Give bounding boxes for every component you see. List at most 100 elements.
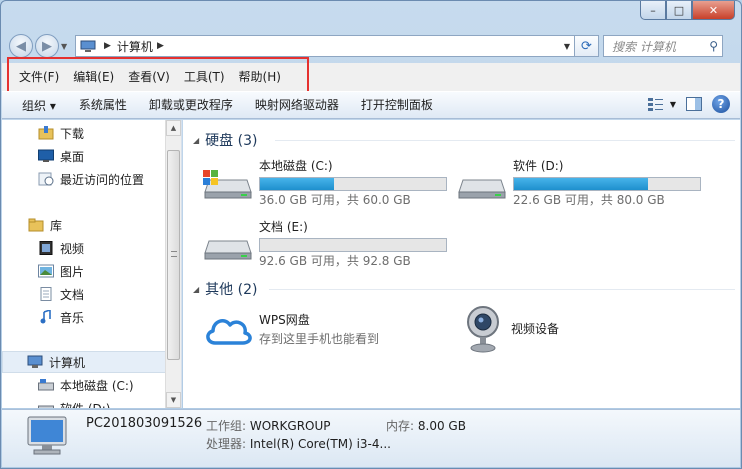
- drive-free-space: 22.6 GB 可用，共 80.0 GB: [513, 193, 665, 207]
- recent-pages-dropdown[interactable]: ▼: [61, 42, 71, 51]
- computer-icon: [27, 416, 67, 455]
- collapse-icon[interactable]: ◢: [193, 136, 199, 145]
- group-divider: [275, 140, 735, 141]
- caption-buttons: – □ ✕: [640, 1, 735, 20]
- address-bar[interactable]: ▶ 计算机 ▶ ▼: [75, 35, 575, 57]
- back-arrow-icon: ◀: [16, 38, 26, 54]
- downloads-folder-icon: [38, 126, 54, 140]
- workgroup-label: 工作组:: [206, 419, 247, 433]
- help-icon[interactable]: ?: [712, 95, 730, 113]
- system-properties-button[interactable]: 系统属性: [68, 94, 138, 116]
- webcam-icon: [467, 306, 499, 353]
- preview-pane-icon[interactable]: [686, 97, 702, 111]
- nav-item-desktop[interactable]: 桌面: [2, 145, 166, 167]
- nav-item-drive-d[interactable]: 软件 (D:): [2, 397, 166, 408]
- drive-usage-fill: [260, 178, 335, 190]
- nav-item-drive-c[interactable]: 本地磁盘 (C:): [2, 374, 166, 396]
- workgroup-value: WORKGROUP: [249, 419, 331, 433]
- address-dropdown-icon[interactable]: ▼: [564, 42, 570, 51]
- nav-item-label: 本地磁盘 (C:): [60, 378, 134, 393]
- nav-item-label: 音乐: [60, 310, 85, 325]
- music-icon: [40, 310, 51, 324]
- open-control-panel-button[interactable]: 打开控制面板: [350, 94, 444, 116]
- refresh-icon: ⟳: [581, 38, 592, 54]
- refresh-button[interactable]: ⟳: [575, 35, 599, 57]
- breadcrumb-computer[interactable]: 计算机: [117, 38, 153, 55]
- computer-icon: [27, 355, 43, 368]
- drive-icon: [38, 379, 54, 391]
- command-bar: 组织 ▾ 系统属性 卸载或更改程序 映射网络驱动器 打开控制面板 ▼ ?: [2, 91, 740, 119]
- workgroup-field: 工作组: WORKGROUP: [206, 417, 331, 434]
- view-dropdown-icon: ▼: [669, 99, 676, 109]
- scroll-up-icon[interactable]: ▲: [166, 120, 181, 136]
- back-button[interactable]: ◀: [9, 34, 33, 58]
- uninstall-program-button[interactable]: 卸载或更改程序: [138, 94, 244, 116]
- view-options-icon: [647, 98, 663, 111]
- nav-item-label: 桌面: [60, 149, 85, 164]
- processor-value: Intel(R) Core(TM) i3-4...: [249, 437, 391, 451]
- drive-usage-bar: [259, 238, 447, 252]
- memory-field: 内存: 8.00 GB: [386, 417, 466, 434]
- drive-icon: [204, 240, 252, 260]
- drive-name: 本地磁盘 (C:): [259, 159, 333, 173]
- drive-name: 软件 (D:): [513, 159, 564, 173]
- nav-item-label: 下载: [60, 126, 85, 141]
- nav-item-label: 图片: [60, 264, 85, 279]
- computer-name: PC201803091526: [86, 416, 203, 431]
- nav-item-label: 软件 (D:): [60, 400, 110, 409]
- group-header-hard-disks[interactable]: ◢ 硬盘 (3): [193, 130, 257, 150]
- scroll-down-icon[interactable]: ▼: [166, 392, 181, 408]
- map-network-drive-button[interactable]: 映射网络驱动器: [244, 94, 350, 116]
- nav-item-computer[interactable]: 计算机: [2, 351, 166, 373]
- library-icon: [28, 218, 44, 232]
- nav-scrollbar[interactable]: ▲ ▼: [165, 120, 181, 408]
- change-view-button[interactable]: ▼: [647, 97, 676, 111]
- drive-usage-bar: [259, 177, 447, 191]
- processor-field: 处理器: Intel(R) Core(TM) i3-4...: [206, 435, 391, 452]
- drive-free-space: 36.0 GB 可用，共 60.0 GB: [259, 193, 411, 207]
- drive-c[interactable]: 本地磁盘 (C:) 36.0 GB 可用，共 60.0 GB: [203, 158, 447, 209]
- explorer-window: – □ ✕ ◀ ▶ ▼ ▶ 计算机 ▶ ▼ ⟳ 搜索 计算机 ⚲ 文件(F) 编…: [0, 0, 742, 469]
- group-header-other[interactable]: ◢ 其他 (2): [193, 279, 257, 299]
- drive-icon: [458, 179, 506, 199]
- minimize-button[interactable]: –: [640, 1, 666, 20]
- item-name: WPS网盘: [259, 313, 310, 327]
- drive-d[interactable]: 软件 (D:) 22.6 GB 可用，共 80.0 GB: [457, 158, 701, 209]
- memory-value: 8.00 GB: [417, 419, 466, 433]
- drive-usage-fill: [514, 178, 648, 190]
- video-device[interactable]: 视频设备: [463, 304, 559, 354]
- forward-button[interactable]: ▶: [35, 34, 59, 58]
- nav-item-documents[interactable]: 文档: [2, 283, 166, 305]
- scroll-thumb[interactable]: [167, 150, 180, 360]
- nav-item-downloads[interactable]: 下载: [2, 122, 166, 144]
- wps-cloud-drive[interactable]: WPS网盘 存到这里手机也能看到: [203, 311, 379, 347]
- nav-item-pictures[interactable]: 图片: [2, 260, 166, 282]
- nav-item-recent[interactable]: 最近访问的位置: [2, 168, 166, 190]
- recent-places-icon: [38, 172, 54, 186]
- nav-item-library[interactable]: 库: [2, 214, 166, 236]
- cloud-icon: [206, 319, 252, 345]
- breadcrumb-separator-icon[interactable]: ▶: [157, 41, 164, 51]
- drive-free-space: 92.6 GB 可用，共 92.8 GB: [259, 254, 411, 268]
- maximize-button[interactable]: □: [666, 1, 692, 20]
- navigation-bar: ◀ ▶ ▼ ▶ 计算机 ▶ ▼ ⟳ 搜索 计算机 ⚲: [9, 33, 733, 59]
- drive-icon: [38, 405, 54, 408]
- item-description: 存到这里手机也能看到: [259, 332, 380, 346]
- nav-item-label: 最近访问的位置: [60, 172, 145, 187]
- close-button[interactable]: ✕: [692, 1, 735, 20]
- view-controls: ▼ ?: [647, 95, 730, 113]
- organize-button[interactable]: 组织 ▾: [10, 94, 68, 116]
- collapse-icon[interactable]: ◢: [193, 285, 199, 294]
- nav-item-music[interactable]: 音乐: [2, 306, 166, 328]
- drive-name: 文档 (E:): [259, 220, 308, 234]
- search-placeholder: 搜索 计算机: [612, 39, 676, 54]
- drive-usage-bar: [513, 177, 701, 191]
- drive-e[interactable]: 文档 (E:) 92.6 GB 可用，共 92.8 GB: [203, 219, 447, 270]
- navigation-pane: 下载 桌面 最近访问的位置 库 视频 图片 文档 音乐 计算机 本地磁盘 (C:…: [2, 120, 182, 408]
- processor-label: 处理器:: [206, 437, 247, 451]
- nav-item-videos[interactable]: 视频: [2, 237, 166, 259]
- search-input[interactable]: 搜索 计算机 ⚲: [603, 35, 723, 57]
- details-pane: PC201803091526 工作组: WORKGROUP 内存: 8.00 G…: [2, 409, 740, 467]
- breadcrumb-separator-icon[interactable]: ▶: [104, 41, 111, 51]
- group-title: 其他 (2): [205, 282, 258, 298]
